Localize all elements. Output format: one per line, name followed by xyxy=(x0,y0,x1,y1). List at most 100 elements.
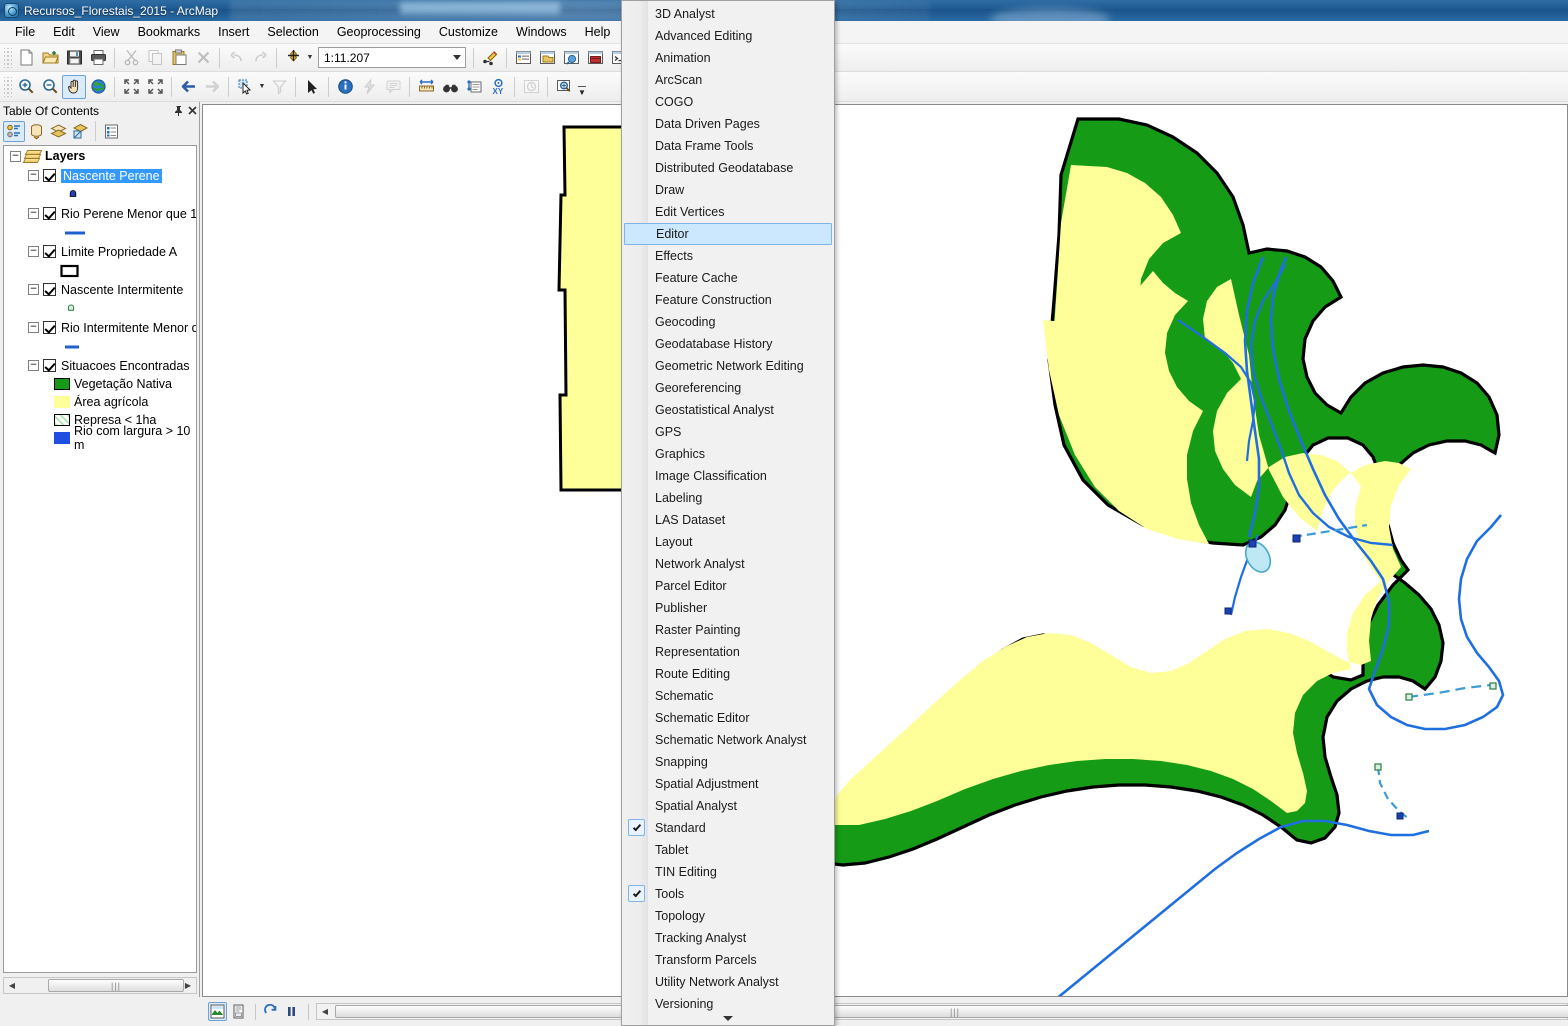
scroll-thumb[interactable]: ||| xyxy=(48,979,184,992)
search-window-icon[interactable] xyxy=(559,46,583,70)
zoom-in-icon[interactable] xyxy=(14,75,38,99)
undo-icon[interactable] xyxy=(224,46,248,70)
list-by-source-icon[interactable] xyxy=(25,121,47,142)
menu-item-data-driven-pages[interactable]: Data Driven Pages xyxy=(622,113,834,135)
create-viewer-window-icon[interactable] xyxy=(552,75,576,99)
collapse-toggle-icon[interactable]: − xyxy=(28,170,39,181)
go-back-extent-icon[interactable] xyxy=(176,75,200,99)
layer-symbol-nascente-intermitente[interactable] xyxy=(4,299,196,318)
save-icon[interactable] xyxy=(62,46,86,70)
menu-item-topology[interactable]: Topology xyxy=(622,905,834,927)
layer-symbol-rio-perene[interactable] xyxy=(4,223,196,242)
go-forward-extent-icon[interactable] xyxy=(200,75,224,99)
identify-info-icon[interactable] xyxy=(333,75,357,99)
collapse-toggle-icon[interactable]: − xyxy=(28,284,39,295)
menu-item-effects[interactable]: Effects xyxy=(622,245,834,267)
layer-symbol-limite-propriedade[interactable] xyxy=(4,261,196,280)
toc-layer-limite-propriedade[interactable]: − Limite Propriedade A xyxy=(4,242,196,261)
layer-symbol-nascente-perene[interactable] xyxy=(4,185,196,204)
toolbar-grip[interactable] xyxy=(4,47,12,68)
toc-root-layers[interactable]: − Layers xyxy=(4,146,196,166)
menu-item-feature-construction[interactable]: Feature Construction xyxy=(622,289,834,311)
table-of-contents-icon[interactable] xyxy=(511,46,535,70)
layer-symbol-rio-intermitente[interactable] xyxy=(4,337,196,356)
menu-item-representation[interactable]: Representation xyxy=(622,641,834,663)
layout-view-icon[interactable] xyxy=(229,1002,248,1021)
toc-layer-rio-intermitente[interactable]: − Rio Intermitente Menor q xyxy=(4,318,196,337)
menu-item-tracking-analyst[interactable]: Tracking Analyst xyxy=(622,927,834,949)
menu-item-georeferencing[interactable]: Georeferencing xyxy=(622,377,834,399)
fixed-zoom-out-icon[interactable] xyxy=(143,75,167,99)
refresh-icon[interactable] xyxy=(261,1002,280,1021)
menu-item-geostatistical-analyst[interactable]: Geostatistical Analyst xyxy=(622,399,834,421)
menu-view[interactable]: View xyxy=(84,22,129,42)
menu-item-advanced-editing[interactable]: Advanced Editing xyxy=(622,25,834,47)
toolbar-overflow-button[interactable]: ▼ xyxy=(576,75,588,99)
menu-item-graphics[interactable]: Graphics xyxy=(622,443,834,465)
toolbars-dropdown-menu[interactable]: 3D Analyst Advanced Editing Animation ArcSc… xyxy=(621,0,835,1026)
menu-customize[interactable]: Customize xyxy=(430,22,507,42)
menu-item-publisher[interactable]: Publisher xyxy=(622,597,834,619)
menu-item-tools[interactable]: Tools xyxy=(622,883,834,905)
select-dropdown-arrow-icon[interactable]: ▼ xyxy=(257,76,267,98)
scroll-thumb[interactable]: ||| xyxy=(335,1005,1568,1018)
menu-item-geometric-network-editing[interactable]: Geometric Network Editing xyxy=(622,355,834,377)
map-data-view[interactable] xyxy=(202,104,1568,997)
menu-file[interactable]: File xyxy=(6,22,44,42)
chevron-down-icon[interactable] xyxy=(453,55,461,60)
menu-item-gps[interactable]: GPS xyxy=(622,421,834,443)
select-features-icon[interactable] xyxy=(233,75,257,99)
menu-item-utility-network-analyst[interactable]: Utility Network Analyst xyxy=(622,971,834,993)
pan-hand-icon[interactable] xyxy=(62,74,86,99)
menu-item-schematic-network-analyst[interactable]: Schematic Network Analyst xyxy=(622,729,834,751)
delete-x-icon[interactable] xyxy=(191,46,215,70)
data-view-icon[interactable] xyxy=(208,1002,227,1021)
add-data-icon[interactable] xyxy=(281,46,305,70)
zoom-out-icon[interactable] xyxy=(38,75,62,99)
menu-item-standard[interactable]: Standard xyxy=(622,817,834,839)
menu-edit[interactable]: Edit xyxy=(44,22,84,42)
catalog-icon[interactable] xyxy=(535,46,559,70)
menu-item-spatial-adjustment[interactable]: Spatial Adjustment xyxy=(622,773,834,795)
menu-item-3d-analyst[interactable]: 3D Analyst xyxy=(622,3,834,25)
menu-item-snapping[interactable]: Snapping xyxy=(622,751,834,773)
list-by-drawing-order-icon[interactable] xyxy=(3,120,25,142)
scroll-track[interactable]: ||| xyxy=(20,978,184,993)
clear-selection-icon[interactable] xyxy=(267,75,291,99)
menu-bookmarks[interactable]: Bookmarks xyxy=(129,22,210,42)
menu-geoprocessing[interactable]: Geoprocessing xyxy=(328,22,430,42)
toc-layer-situacoes-encontradas[interactable]: − Situacoes Encontradas xyxy=(4,356,196,375)
scroll-left-arrow-icon[interactable]: ◀ xyxy=(317,1004,333,1019)
toolbar-grip[interactable] xyxy=(4,76,12,97)
toc-layer-nascente-intermitente[interactable]: − Nascente Intermitente xyxy=(4,280,196,299)
toc-layer-rio-perene[interactable]: − Rio Perene Menor que 10 xyxy=(4,204,196,223)
collapse-toggle-icon[interactable]: − xyxy=(28,360,39,371)
menu-item-editor[interactable]: Editor xyxy=(624,223,832,245)
arctoolbox-icon[interactable] xyxy=(583,46,607,70)
legend-item-vegetacao-nativa[interactable]: Vegetação Nativa xyxy=(4,375,196,393)
close-icon[interactable] xyxy=(185,104,199,118)
layer-visibility-checkbox[interactable] xyxy=(43,359,56,372)
select-elements-arrow-icon[interactable] xyxy=(300,75,324,99)
menu-item-geocoding[interactable]: Geocoding xyxy=(622,311,834,333)
collapse-toggle-icon[interactable]: − xyxy=(28,208,39,219)
print-icon[interactable] xyxy=(86,46,110,70)
find-binoculars-icon[interactable] xyxy=(438,75,462,99)
measure-ruler-icon[interactable] xyxy=(414,75,438,99)
menu-scroll-down-button[interactable] xyxy=(622,1011,834,1025)
pin-icon[interactable] xyxy=(171,104,185,118)
menu-item-draw[interactable]: Draw xyxy=(622,179,834,201)
collapse-toggle-icon[interactable]: − xyxy=(10,150,21,162)
redo-icon[interactable] xyxy=(248,46,272,70)
layer-visibility-checkbox[interactable] xyxy=(43,245,56,258)
add-data-dropdown-arrow-icon[interactable]: ▼ xyxy=(305,47,315,69)
menu-item-schematic-editor[interactable]: Schematic Editor xyxy=(622,707,834,729)
menu-item-arcscan[interactable]: ArcScan xyxy=(622,69,834,91)
menu-item-raster-painting[interactable]: Raster Painting xyxy=(622,619,834,641)
menu-item-cogo[interactable]: COGO xyxy=(622,91,834,113)
menu-item-animation[interactable]: Animation xyxy=(622,47,834,69)
menu-item-feature-cache[interactable]: Feature Cache xyxy=(622,267,834,289)
list-by-visibility-icon[interactable] xyxy=(47,121,69,142)
map-canvas[interactable] xyxy=(203,105,1568,997)
scroll-left-arrow-icon[interactable]: ◀ xyxy=(4,978,20,993)
